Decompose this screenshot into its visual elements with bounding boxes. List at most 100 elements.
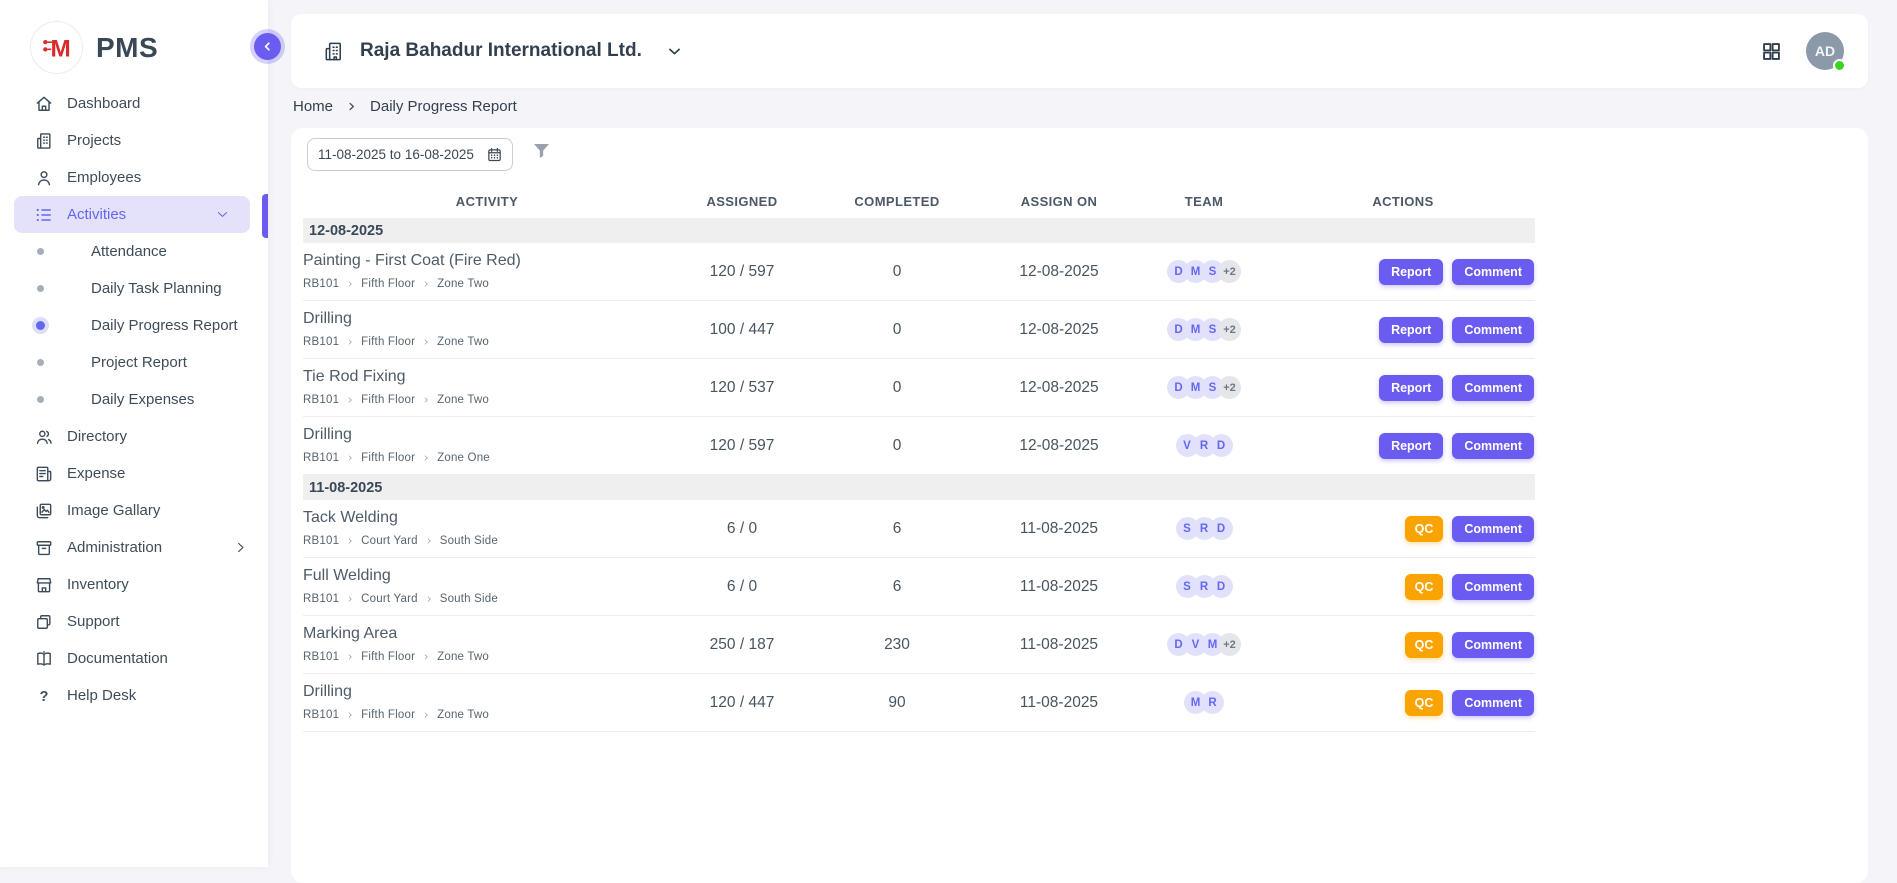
activity-location-path: RB101Fifth FloorZone Two	[303, 394, 671, 406]
team-extra-count[interactable]: +2	[1218, 318, 1241, 341]
sidebar-subitem-project-report[interactable]: Project Report	[0, 344, 268, 381]
completed-value: 230	[813, 636, 981, 654]
qc-button[interactable]: QC	[1405, 516, 1444, 542]
table-row: Marking Area RB101Fifth FloorZone Two 25…	[303, 616, 1535, 674]
sidebar-item-label: Directory	[67, 428, 127, 445]
activity-location-path: RB101Fifth FloorZone Two	[303, 336, 671, 348]
assign-on-date: 12-08-2025	[981, 437, 1137, 455]
assigned-value: 120 / 597	[671, 437, 813, 455]
activity-location-path: RB101Fifth FloorZone Two	[303, 709, 671, 721]
sidebar-item-help-desk[interactable]: ?Help Desk	[0, 677, 268, 714]
sidebar-item-activities[interactable]: Activities	[14, 196, 250, 233]
completed-value: 6	[813, 578, 981, 596]
sidebar-subitem-label: Daily Expenses	[91, 391, 194, 408]
activity-location-path: RB101Court YardSouth Side	[303, 593, 671, 605]
bullet-dot-icon	[34, 248, 46, 255]
sidebar-subitem-daily-progress-report[interactable]: Daily Progress Report	[0, 307, 268, 344]
team-avatars: SRD	[1137, 517, 1271, 540]
sidebar-item-employees[interactable]: Employees	[0, 159, 268, 196]
comment-button[interactable]: Comment	[1452, 433, 1534, 459]
table-row: Drilling RB101Fifth FloorZone Two 100 / …	[303, 301, 1535, 359]
active-menu-indicator	[262, 194, 268, 238]
team-member-avatar[interactable]: D	[1210, 575, 1233, 598]
assign-on-date: 11-08-2025	[981, 636, 1137, 654]
user-avatar[interactable]: AD	[1806, 32, 1844, 70]
receipt-icon	[34, 464, 54, 484]
breadcrumb-current: Daily Progress Report	[370, 98, 517, 115]
chevron-right-icon	[346, 101, 357, 112]
chevron-right-icon	[346, 653, 354, 661]
activity-title: Full Welding	[303, 567, 671, 585]
progress-table: ACTIVITYASSIGNEDCOMPLETEDASSIGN ONTEAMAC…	[303, 185, 1535, 732]
team-extra-count[interactable]: +2	[1218, 633, 1241, 656]
completed-value: 0	[813, 263, 981, 281]
team-avatars: VRD	[1137, 434, 1271, 457]
comment-button[interactable]: Comment	[1452, 317, 1534, 343]
activity-cell: Marking Area RB101Fifth FloorZone Two	[303, 616, 671, 673]
sidebar-item-administration[interactable]: Administration	[0, 529, 268, 566]
qc-button[interactable]: QC	[1405, 632, 1444, 658]
row-actions: QC Comment	[1271, 690, 1535, 716]
sidebar-item-support[interactable]: Support	[0, 603, 268, 640]
comment-button[interactable]: Comment	[1452, 632, 1534, 658]
breadcrumb-home[interactable]: Home	[293, 98, 333, 115]
team-member-avatar[interactable]: D	[1210, 517, 1233, 540]
app-name: PMS	[96, 32, 158, 64]
location-crumb: Zone Two	[437, 709, 489, 721]
row-actions: QC Comment	[1271, 516, 1535, 542]
report-button[interactable]: Report	[1379, 433, 1443, 459]
sidebar-item-image-gallary[interactable]: Image Gallary	[0, 492, 268, 529]
report-button[interactable]: Report	[1379, 375, 1443, 401]
chevron-right-icon	[422, 280, 430, 288]
bullet-dot-icon	[34, 285, 46, 292]
completed-value: 90	[813, 694, 981, 712]
sidebar-item-inventory[interactable]: Inventory	[0, 566, 268, 603]
table-row: Drilling RB101Fifth FloorZone Two 120 / …	[303, 674, 1535, 732]
team-extra-count[interactable]: +2	[1218, 260, 1241, 283]
assign-on-date: 11-08-2025	[981, 578, 1137, 596]
assigned-value: 6 / 0	[671, 520, 813, 538]
table-row: Drilling RB101Fifth FloorZone One 120 / …	[303, 417, 1535, 475]
qc-button[interactable]: QC	[1405, 690, 1444, 716]
sidebar-collapse-button[interactable]	[254, 33, 281, 60]
comment-button[interactable]: Comment	[1452, 574, 1534, 600]
comment-button[interactable]: Comment	[1452, 259, 1534, 285]
comment-button[interactable]: Comment	[1452, 690, 1534, 716]
filter-icon[interactable]	[531, 140, 552, 162]
location-crumb: South Side	[440, 593, 498, 605]
apps-grid-icon[interactable]	[1761, 41, 1782, 62]
activity-location-path: RB101Fifth FloorZone One	[303, 452, 671, 464]
app-logo: M PMS	[0, 0, 268, 74]
table-body: 12-08-2025 Painting - First Coat (Fire R…	[303, 218, 1535, 732]
location-crumb: Fifth Floor	[361, 278, 415, 290]
sidebar-subitem-attendance[interactable]: Attendance	[0, 233, 268, 270]
row-actions: Report Comment	[1271, 317, 1535, 343]
team-member-avatar[interactable]: D	[1210, 434, 1233, 457]
chevron-right-icon	[422, 338, 430, 346]
location-crumb: RB101	[303, 709, 339, 721]
location-crumb: Zone Two	[437, 394, 489, 406]
sidebar-item-directory[interactable]: Directory	[0, 418, 268, 455]
sidebar-subitem-daily-expenses[interactable]: Daily Expenses	[0, 381, 268, 418]
sidebar-item-expense[interactable]: Expense	[0, 455, 268, 492]
report-button[interactable]: Report	[1379, 259, 1443, 285]
team-extra-count[interactable]: +2	[1218, 376, 1241, 399]
layers-icon	[34, 612, 54, 632]
sidebar-subitem-daily-task-planning[interactable]: Daily Task Planning	[0, 270, 268, 307]
comment-button[interactable]: Comment	[1452, 516, 1534, 542]
sidebar-item-projects[interactable]: Projects	[0, 122, 268, 159]
company-selector[interactable]: Raja Bahadur International Ltd.	[322, 40, 683, 63]
team-member-avatar[interactable]: R	[1201, 691, 1224, 714]
sidebar-item-label: Documentation	[67, 650, 168, 667]
date-range-input[interactable]: 11-08-2025 to 16-08-2025	[307, 138, 513, 171]
sidebar-item-documentation[interactable]: Documentation	[0, 640, 268, 677]
main-area: Raja Bahadur International Ltd. AD Home …	[268, 0, 1897, 867]
bullet-dot-icon	[34, 321, 46, 330]
comment-button[interactable]: Comment	[1452, 375, 1534, 401]
activity-title: Painting - First Coat (Fire Red)	[303, 252, 671, 270]
sidebar-item-dashboard[interactable]: Dashboard	[0, 85, 268, 122]
qc-button[interactable]: QC	[1405, 574, 1444, 600]
date-group-header: 11-08-2025	[303, 475, 1535, 500]
report-button[interactable]: Report	[1379, 317, 1443, 343]
chevron-left-icon	[261, 40, 274, 53]
